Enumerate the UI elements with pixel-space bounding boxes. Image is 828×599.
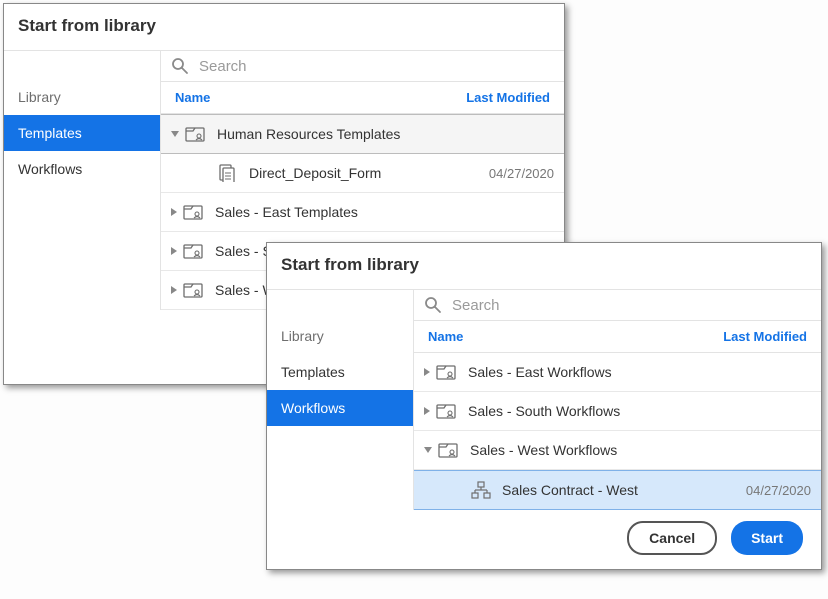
dialog-title: Start from library <box>267 243 821 289</box>
folder-shared-icon <box>183 281 205 299</box>
col-name[interactable]: Name <box>428 329 463 344</box>
workflow-row[interactable]: Sales Contract - West 04/27/2020 <box>414 470 821 510</box>
sidebar-item-workflows[interactable]: Workflows <box>267 390 413 426</box>
cancel-button[interactable]: Cancel <box>627 521 717 555</box>
folder-shared-icon <box>183 203 205 221</box>
search-input[interactable] <box>199 58 554 75</box>
folder-row[interactable]: Sales - West Workflows <box>414 431 821 470</box>
folder-shared-icon <box>185 125 207 143</box>
folder-shared-icon <box>183 242 205 260</box>
sidebar-item-templates[interactable]: Templates <box>267 354 413 390</box>
folder-row[interactable]: Sales - East Templates <box>161 193 564 232</box>
row-label: Sales - East Workflows <box>468 364 811 380</box>
row-label: Direct_Deposit_Form <box>249 165 489 181</box>
dialog-title: Start from library <box>4 4 564 50</box>
folder-shared-icon <box>436 402 458 420</box>
folder-shared-icon <box>436 363 458 381</box>
sidebar: Library Templates Workflows <box>267 290 413 510</box>
sidebar-item-templates[interactable]: Templates <box>4 115 160 151</box>
search-row <box>161 51 564 81</box>
chevron-right-icon <box>171 247 177 255</box>
chevron-down-icon <box>171 131 179 137</box>
search-icon <box>424 296 442 314</box>
content-panel: Name Last Modified Sales - East Workflow… <box>413 290 821 510</box>
document-icon <box>217 164 239 182</box>
row-date: 04/27/2020 <box>489 166 554 181</box>
row-label: Sales - West Workflows <box>470 442 811 458</box>
row-label: Sales Contract - West <box>502 482 746 498</box>
column-headers: Name Last Modified <box>414 320 821 353</box>
col-name[interactable]: Name <box>175 90 210 105</box>
chevron-right-icon <box>424 407 430 415</box>
row-label: Sales - East Templates <box>215 204 554 220</box>
row-label: Human Resources Templates <box>217 126 554 142</box>
chevron-right-icon <box>424 368 430 376</box>
dialog-footer: Cancel Start <box>609 507 821 569</box>
chevron-right-icon <box>171 286 177 294</box>
sidebar-heading: Library <box>4 81 160 115</box>
col-modified[interactable]: Last Modified <box>466 90 550 105</box>
workflow-icon <box>470 481 492 499</box>
row-date: 04/27/2020 <box>746 483 811 498</box>
chevron-right-icon <box>171 208 177 216</box>
start-button[interactable]: Start <box>731 521 803 555</box>
search-icon <box>171 57 189 75</box>
folder-row[interactable]: Sales - South Workflows <box>414 392 821 431</box>
search-input[interactable] <box>452 297 811 314</box>
sidebar: Library Templates Workflows <box>4 51 160 310</box>
chevron-down-icon <box>424 447 432 453</box>
folder-row[interactable]: Human Resources Templates <box>161 114 564 154</box>
row-label: Sales - South Workflows <box>468 403 811 419</box>
col-modified[interactable]: Last Modified <box>723 329 807 344</box>
folder-row[interactable]: Sales - East Workflows <box>414 353 821 392</box>
library-dialog-workflows: Start from library Library Templates Wor… <box>266 242 822 570</box>
sidebar-item-workflows[interactable]: Workflows <box>4 151 160 187</box>
folder-shared-icon <box>438 441 460 459</box>
file-row[interactable]: Direct_Deposit_Form 04/27/2020 <box>161 154 564 193</box>
sidebar-heading: Library <box>267 320 413 354</box>
column-headers: Name Last Modified <box>161 81 564 114</box>
search-row <box>414 290 821 320</box>
